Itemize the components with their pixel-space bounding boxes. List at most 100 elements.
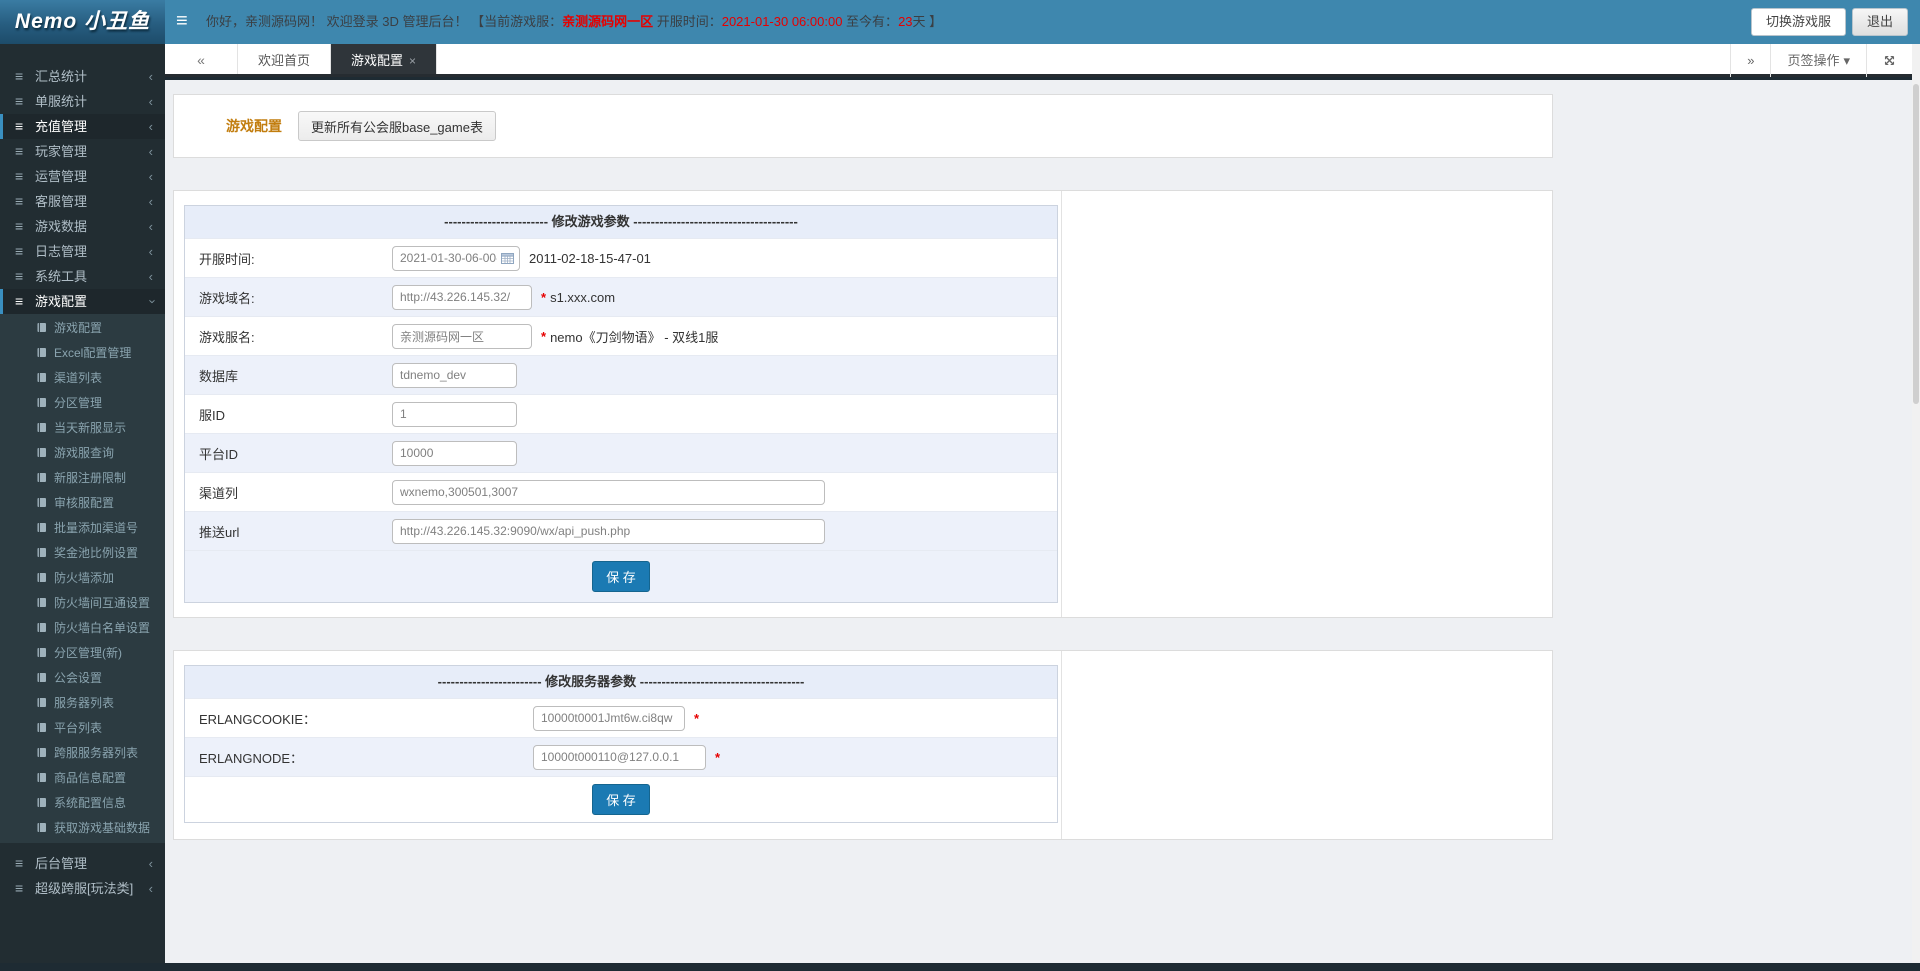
sidebar-subitem-new-server-reg-limit[interactable]: 新服注册限制 (0, 466, 165, 491)
sidebar-subitem-label: 平台列表 (54, 721, 102, 735)
field-cell: *s1.xxx.com (382, 285, 1057, 310)
calendar-icon[interactable] (501, 252, 514, 264)
sidebar-subitem-cross-server-list[interactable]: 跨服服务器列表 (0, 741, 165, 766)
sidebar-subitem-system-config-info[interactable]: 系统配置信息 (0, 791, 165, 816)
chevron-left-icon: ‹ (149, 264, 153, 289)
menu-icon: ≡ (15, 64, 35, 89)
sidebar-subitem-label: 防火墙间互通设置 (54, 596, 150, 610)
save-row: 保 存 (185, 776, 1057, 822)
menu-icon: ≡ (15, 89, 35, 114)
sidebar-subitem-game-server-query[interactable]: 游戏服查询 (0, 441, 165, 466)
sidebar-item-label: 系统工具 (35, 269, 87, 284)
platform-id-input[interactable] (392, 441, 517, 466)
sidebar-subitem-server-list[interactable]: 服务器列表 (0, 691, 165, 716)
hamburger-icon[interactable]: ≡ (176, 0, 188, 44)
erlang-node-input[interactable] (533, 745, 706, 770)
sidebar-subitem-bonus-pool-ratio[interactable]: 奖金池比例设置 (0, 541, 165, 566)
current-server-name: 亲测源码网一区 (562, 14, 653, 29)
page-scrollbar[interactable] (1912, 44, 1920, 963)
save-row: 保 存 (185, 550, 1057, 602)
form-row-open-time: 开服时间:2011-02-18-15-47-01 (185, 238, 1057, 277)
database-input[interactable] (392, 363, 517, 388)
app-logo: Nemo 小丑鱼 (0, 0, 165, 44)
book-icon (36, 447, 47, 458)
tab-game-config[interactable]: 游戏配置 × (331, 44, 437, 74)
sidebar-subitem-partition-mgmt[interactable]: 分区管理 (0, 391, 165, 416)
book-icon (36, 372, 47, 383)
sidebar-subitem-game-config-sub[interactable]: 游戏配置 (0, 316, 165, 341)
sidebar-item-super-cross-server[interactable]: ≡超级跨服[玩法类]‹ (0, 876, 165, 901)
sidebar-subitem-channel-list[interactable]: 渠道列表 (0, 366, 165, 391)
field-cell (382, 480, 1057, 505)
update-guild-table-button[interactable]: 更新所有公会服base_game表 (298, 111, 496, 141)
logout-button[interactable]: 退出 (1852, 8, 1908, 36)
sidebar-item-system-tools[interactable]: ≡系统工具‹ (0, 264, 165, 289)
tab-operations-dropdown[interactable]: 页签操作 ▾ (1770, 44, 1866, 77)
sidebar-subitem-partition-mgmt-new[interactable]: 分区管理(新) (0, 641, 165, 666)
sidebar-menu: ≡汇总统计‹≡单服统计‹≡充值管理‹≡玩家管理‹≡运营管理‹≡客服管理‹≡游戏数… (0, 44, 165, 963)
sidebar-item-game-data[interactable]: ≡游戏数据‹ (0, 214, 165, 239)
tab-home[interactable]: 欢迎首页 (238, 44, 331, 74)
sidebar-subitem-batch-add-channel[interactable]: 批量添加渠道号 (0, 516, 165, 541)
greeting-suffix: 天 】 (913, 14, 943, 29)
channel-list-input[interactable] (392, 480, 825, 505)
required-asterisk: * (541, 329, 546, 344)
sidebar-subitem-label: 奖金池比例设置 (54, 546, 138, 560)
menu-icon: ≡ (15, 114, 35, 139)
sidebar-item-operation-mgmt[interactable]: ≡运营管理‹ (0, 164, 165, 189)
field-label: ERLANGCOOKIE： (185, 709, 523, 728)
book-icon (36, 597, 47, 608)
tab-game-config-label: 游戏配置 (351, 53, 403, 68)
sidebar-subitem-guild-settings[interactable]: 公会设置 (0, 666, 165, 691)
field-cell: * (523, 745, 1057, 770)
server-params-column: ------------------------ 修改服务器参数 -------… (174, 651, 1062, 839)
book-icon (36, 747, 47, 758)
days-count: 23 (898, 14, 912, 29)
sidebar-item-recharge-mgmt[interactable]: ≡充值管理‹ (0, 114, 165, 139)
sidebar-subitem-firewall-whitelist[interactable]: 防火墙白名单设置 (0, 616, 165, 641)
sidebar-subitem-get-game-base-data[interactable]: 获取游戏基础数据 (0, 816, 165, 841)
field-label: 游戏域名: (185, 288, 382, 307)
sidebar-subitem-label: 获取游戏基础数据 (54, 821, 150, 835)
game-domain-input[interactable] (392, 285, 532, 310)
field-label: 渠道列 (185, 483, 382, 502)
tabs-scroll-left-icon[interactable]: « (165, 44, 238, 74)
sidebar-subitem-audit-server-config[interactable]: 审核服配置 (0, 491, 165, 516)
save-button[interactable]: 保 存 (592, 561, 650, 592)
switch-server-button[interactable]: 切换游戏服 (1751, 8, 1846, 36)
sidebar-item-player-mgmt[interactable]: ≡玩家管理‹ (0, 139, 165, 164)
sidebar-subitem-label: 跨服服务器列表 (54, 746, 138, 760)
chevron-left-icon: ‹ (149, 114, 153, 139)
sidebar-subitem-platform-list[interactable]: 平台列表 (0, 716, 165, 741)
game-params-column: ------------------------ 修改游戏参数 --------… (174, 191, 1062, 617)
book-icon (36, 672, 47, 683)
sidebar-subitem-firewall-add[interactable]: 防火墙添加 (0, 566, 165, 591)
game-server-name-input[interactable] (392, 324, 532, 349)
tabs-scroll-right-icon[interactable]: » (1730, 44, 1770, 77)
greeting-mid2: 至今有： (842, 14, 898, 29)
sidebar-subitem-label: 公会设置 (54, 671, 102, 685)
sidebar-item-label: 单服统计 (35, 94, 87, 109)
sidebar-item-game-config[interactable]: ≡游戏配置‹ (0, 289, 165, 314)
sidebar-subitem-today-new-server[interactable]: 当天新服显示 (0, 416, 165, 441)
chevron-left-icon: ‹ (149, 851, 153, 876)
sidebar-item-summary-stats[interactable]: ≡汇总统计‹ (0, 64, 165, 89)
server-id-input[interactable] (392, 402, 517, 427)
push-url-input[interactable] (392, 519, 825, 544)
chevron-left-icon: ‹ (149, 164, 153, 189)
save-button[interactable]: 保 存 (592, 784, 650, 815)
sidebar-item-backend-mgmt[interactable]: ≡后台管理‹ (0, 851, 165, 876)
sidebar-item-customer-service[interactable]: ≡客服管理‹ (0, 189, 165, 214)
erlang-cookie-input[interactable] (533, 706, 685, 731)
tab-close-icon[interactable]: × (409, 54, 416, 68)
form-row-channel-list: 渠道列 (185, 472, 1057, 511)
sidebar-subitem-firewall-interlink[interactable]: 防火墙间互通设置 (0, 591, 165, 616)
scrollbar-thumb[interactable] (1913, 84, 1919, 404)
fullscreen-toggle-icon[interactable] (1866, 44, 1912, 77)
sidebar-item-log-mgmt[interactable]: ≡日志管理‹ (0, 239, 165, 264)
field-label: 平台ID (185, 444, 382, 463)
sidebar-item-single-server-stats[interactable]: ≡单服统计‹ (0, 89, 165, 114)
sidebar-subitem-label: 系统配置信息 (54, 796, 126, 810)
sidebar-subitem-excel-config[interactable]: Excel配置管理 (0, 341, 165, 366)
sidebar-subitem-goods-info-config[interactable]: 商品信息配置 (0, 766, 165, 791)
